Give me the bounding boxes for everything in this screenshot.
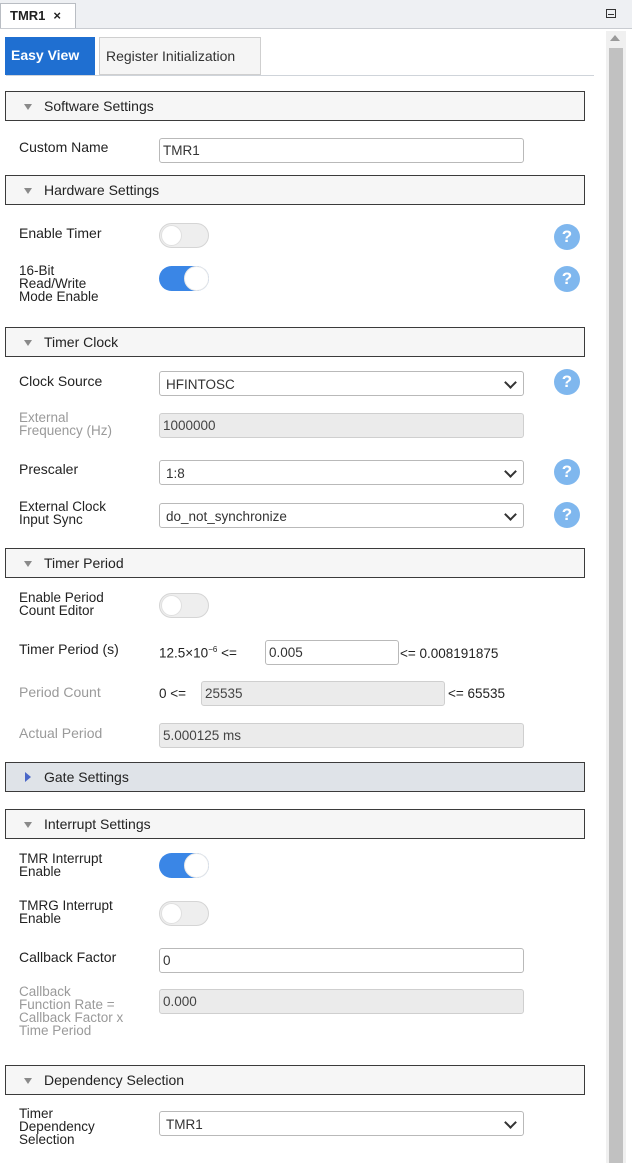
tmrg-interrupt-label: TMRG Interrupt Enable: [19, 899, 113, 926]
label-line: Selection: [19, 1132, 75, 1147]
help-icon[interactable]: ?: [554, 224, 580, 250]
timer-dependency-label: Timer Dependency Selection: [19, 1107, 95, 1147]
collapse-triangle-icon: [24, 104, 32, 110]
clock-source-label: Clock Source: [19, 373, 103, 389]
tab-register-initialization[interactable]: Register Initialization: [99, 37, 261, 75]
section-title: Hardware Settings: [44, 182, 160, 198]
label-line: Enable: [19, 864, 62, 879]
minimize-panel-icon[interactable]: [606, 9, 616, 18]
collapse-triangle-icon: [24, 188, 32, 194]
document-tab-bar: [0, 0, 632, 29]
section-title: Gate Settings: [44, 769, 129, 785]
actual-period-input: 5.000125 ms: [159, 723, 524, 748]
tab-easy-view[interactable]: Easy View: [5, 37, 95, 75]
select-value: TMR1: [166, 1117, 203, 1132]
label-line: Time Period: [19, 1023, 92, 1038]
help-icon[interactable]: ?: [554, 369, 580, 395]
section-gate-settings[interactable]: Gate Settings: [5, 762, 585, 792]
timer-period-min: 12.5×10−6 <=: [159, 645, 237, 661]
callback-factor-input[interactable]: 0: [159, 948, 524, 973]
period-count-label: Period Count: [19, 684, 101, 700]
scroll-up-arrow-icon[interactable]: [610, 35, 620, 41]
callback-factor-label: Callback Factor: [19, 949, 117, 965]
label-line: Mode Enable: [19, 289, 99, 304]
external-clock-sync-select[interactable]: do_not_synchronize: [159, 503, 524, 528]
collapse-triangle-icon: [24, 340, 32, 346]
section-hardware-settings[interactable]: Hardware Settings: [5, 175, 585, 205]
timer-period-input[interactable]: 0.005: [265, 640, 399, 665]
chevron-down-icon: [504, 465, 517, 478]
min-value: 12.5×10: [159, 645, 209, 661]
min-operator: <=: [217, 645, 237, 661]
help-icon[interactable]: ?: [554, 266, 580, 292]
scrollbar-thumb[interactable]: [609, 48, 623, 1163]
period-count-input: 25535: [201, 681, 445, 706]
select-value: HFINTOSC: [166, 377, 235, 392]
rw16-mode-label: 16-Bit Read/Write Mode Enable: [19, 264, 99, 304]
prescaler-label: Prescaler: [19, 461, 79, 477]
section-title: Timer Clock: [44, 334, 119, 350]
label-line: Input Sync: [19, 512, 83, 527]
tmr-interrupt-label: TMR Interrupt Enable: [19, 852, 102, 879]
document-tab-tmr1[interactable]: TMR1 ×: [0, 3, 76, 28]
enable-period-editor-toggle[interactable]: [159, 593, 209, 618]
timer-period-max: <= 0.008191875: [400, 646, 499, 661]
section-software-settings[interactable]: Software Settings: [5, 91, 585, 121]
help-icon[interactable]: ?: [554, 459, 580, 485]
document-tab-label: TMR1: [10, 8, 46, 23]
external-frequency-input: 1000000: [159, 413, 524, 438]
section-timer-period[interactable]: Timer Period: [5, 548, 585, 578]
callback-rate-label: Callback Function Rate = Callback Factor…: [19, 985, 123, 1038]
chevron-down-icon: [504, 1116, 517, 1129]
help-icon[interactable]: ?: [554, 502, 580, 528]
tmrg-interrupt-toggle[interactable]: [159, 901, 209, 926]
timer-dependency-select[interactable]: TMR1: [159, 1111, 524, 1136]
actual-period-label: Actual Period: [19, 725, 103, 741]
enable-timer-toggle[interactable]: [159, 223, 209, 248]
rw16-mode-toggle[interactable]: [159, 266, 209, 291]
enable-period-editor-label: Enable Period Count Editor: [19, 591, 104, 618]
collapse-triangle-icon: [24, 822, 32, 828]
label-line: Count Editor: [19, 603, 95, 618]
select-value: do_not_synchronize: [166, 509, 287, 524]
clock-source-select[interactable]: HFINTOSC: [159, 371, 524, 396]
period-count-min: 0 <=: [159, 686, 187, 701]
select-value: 1:8: [166, 466, 185, 481]
enable-timer-label: Enable Timer: [19, 225, 102, 241]
tab-divider: [6, 75, 594, 76]
prescaler-select[interactable]: 1:8: [159, 460, 524, 485]
section-title: Timer Period: [44, 555, 124, 571]
section-timer-clock[interactable]: Timer Clock: [5, 327, 585, 357]
chevron-down-icon: [504, 508, 517, 521]
expand-triangle-icon: [25, 772, 31, 782]
custom-name-label: Custom Name: [19, 139, 109, 155]
label-line: Enable: [19, 911, 62, 926]
section-title: Dependency Selection: [44, 1072, 185, 1088]
section-title: Software Settings: [44, 98, 154, 114]
close-tab-icon[interactable]: ×: [53, 8, 61, 23]
label-line: Frequency (Hz): [19, 423, 113, 438]
callback-rate-input: 0.000: [159, 989, 524, 1014]
tmr-interrupt-toggle[interactable]: [159, 853, 209, 878]
external-frequency-label: External Frequency (Hz): [19, 411, 113, 438]
external-clock-sync-label: External Clock Input Sync: [19, 500, 106, 527]
chevron-down-icon: [504, 376, 517, 389]
section-dependency-selection[interactable]: Dependency Selection: [5, 1065, 585, 1095]
collapse-triangle-icon: [24, 1078, 32, 1084]
custom-name-input[interactable]: TMR1: [159, 138, 524, 163]
period-count-max: <= 65535: [448, 686, 506, 701]
timer-period-label: Timer Period (s): [19, 641, 119, 657]
section-title: Interrupt Settings: [44, 816, 151, 832]
collapse-triangle-icon: [24, 561, 32, 567]
section-interrupt-settings[interactable]: Interrupt Settings: [5, 809, 585, 839]
min-exponent: −6: [208, 645, 218, 654]
